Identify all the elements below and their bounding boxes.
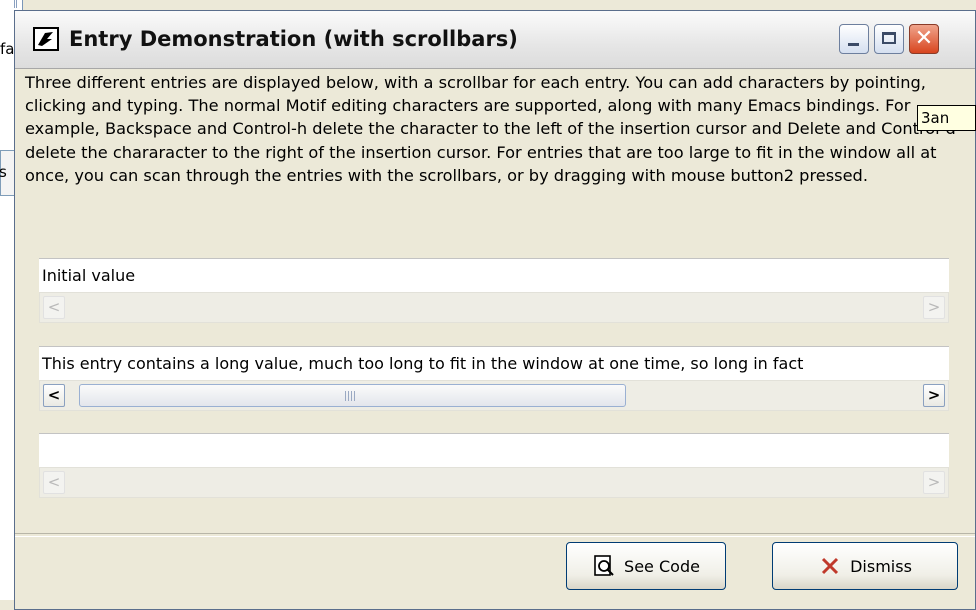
background-text-fragment-2: s (0, 163, 7, 181)
scroll-right-arrow-icon[interactable]: > (923, 384, 945, 407)
scroll-left-arrow-icon[interactable]: < (43, 471, 65, 494)
feather-app-icon (33, 27, 59, 51)
scroll-right-arrow-icon[interactable]: > (923, 296, 945, 319)
minimize-button[interactable] (839, 24, 869, 54)
maximize-button[interactable] (874, 24, 904, 54)
tooltip: 3an (917, 105, 976, 131)
scroll-left-arrow-icon[interactable]: < (43, 296, 65, 319)
entry-field-2[interactable]: This entry contains a long value, much t… (39, 346, 949, 381)
dialog-window: Entry Demonstration (with scrollbars) ✕ … (14, 10, 976, 610)
title-bar[interactable]: Entry Demonstration (with scrollbars) ✕ (15, 11, 975, 69)
dismiss-label: Dismiss (850, 556, 912, 576)
dismiss-button[interactable]: Dismiss (772, 542, 958, 590)
button-separator (15, 533, 975, 537)
close-icon: ✕ (914, 26, 934, 51)
background-text-fragment: fa (0, 40, 15, 58)
see-code-button[interactable]: See Code (566, 542, 726, 590)
entry-2-scrollbar[interactable]: < > (39, 380, 949, 411)
close-x-icon (822, 557, 839, 575)
entry-1-scrollbar[interactable]: < > (39, 292, 949, 323)
window-title: Entry Demonstration (with scrollbars) (69, 27, 518, 51)
description-text: Three different entries are displayed be… (25, 73, 956, 185)
scroll-left-arrow-icon[interactable]: < (43, 384, 65, 407)
code-magnifier-icon (594, 555, 614, 576)
scroll-right-arrow-icon[interactable]: > (923, 471, 945, 494)
close-button[interactable]: ✕ (909, 24, 939, 54)
grip-icon (345, 391, 355, 401)
scrollbar-thumb[interactable] (79, 384, 626, 407)
see-code-label: See Code (624, 556, 700, 576)
background-window-edge (0, 0, 17, 8)
entry-field-3[interactable] (39, 433, 949, 468)
entry-field-1[interactable]: Initial value (39, 258, 949, 293)
entry-3-scrollbar[interactable]: < > (39, 467, 949, 498)
